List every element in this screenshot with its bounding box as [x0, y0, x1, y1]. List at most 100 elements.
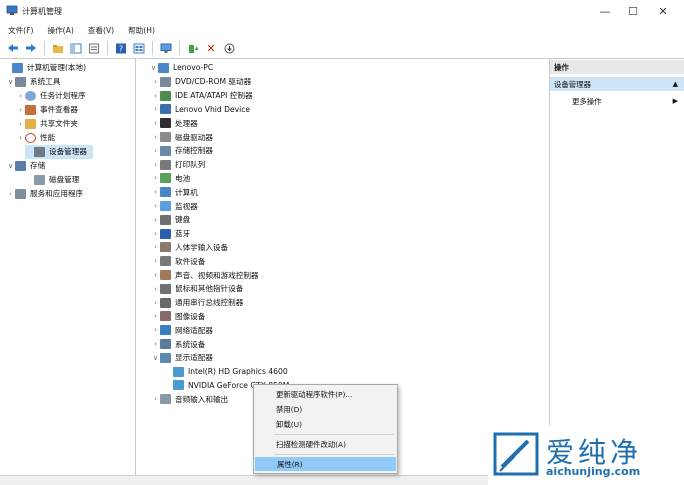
device-category-item[interactable]: › 系统设备	[151, 337, 205, 351]
menu-file[interactable]: 文件(F)	[8, 25, 33, 36]
uninstall-x-icon[interactable]: ✕	[204, 41, 218, 55]
collapse-arrow-icon[interactable]: ∨	[6, 162, 15, 170]
expand-arrow-icon[interactable]: ›	[151, 285, 160, 293]
expand-arrow-icon[interactable]: ›	[16, 92, 25, 100]
keyboard-icon	[160, 214, 171, 225]
expand-arrow-icon[interactable]: ›	[151, 326, 160, 334]
device-category-item[interactable]: › 处理器	[151, 116, 198, 130]
tree-item-event-viewer[interactable]: › 事件查看器	[16, 103, 78, 117]
device-category-item[interactable]: › 磁盘驱动器	[151, 130, 213, 144]
update-driver-icon[interactable]	[186, 41, 200, 55]
device-category-audio-io[interactable]: › 音频输入和输出	[151, 392, 228, 406]
chevron-right-icon: ▶	[672, 97, 678, 105]
expand-arrow-icon[interactable]: ›	[151, 105, 160, 113]
device-category-item[interactable]: › 声音、视频和游戏控制器	[151, 268, 259, 282]
expand-arrow-icon[interactable]: ›	[151, 243, 160, 251]
device-category-item[interactable]: › 蓝牙	[151, 227, 190, 241]
device-category-item[interactable]: › 人体学输入设备	[151, 241, 228, 255]
up-folder-icon[interactable]	[51, 41, 65, 55]
tree-item-performance[interactable]: › 性能	[16, 131, 55, 145]
collapse-arrow-icon[interactable]: ∨	[6, 78, 15, 86]
device-category-item[interactable]: › IDE ATA/ATAPI 控制器	[151, 89, 253, 103]
context-uninstall[interactable]: 卸载(U)	[254, 417, 397, 431]
context-scan-hardware[interactable]: 扫描检测硬件改动(A)	[254, 437, 397, 451]
tree-item-shared-folders[interactable]: › 共享文件夹	[16, 117, 78, 131]
menu-help[interactable]: 帮助(H)	[128, 25, 155, 36]
expand-arrow-icon[interactable]: ›	[6, 190, 15, 198]
tree-item-storage[interactable]: ∨ 存储	[6, 159, 45, 173]
maximize-button[interactable]: ☐	[618, 2, 648, 20]
properties-icon[interactable]	[87, 41, 101, 55]
tree-item-task-scheduler[interactable]: › 任务计划程序	[16, 89, 86, 103]
display-adapter-item[interactable]: Intel(R) HD Graphics 4600	[173, 365, 288, 379]
expand-arrow-icon[interactable]: ›	[151, 312, 160, 320]
tree-item-services-apps[interactable]: › 服务和应用程序	[6, 187, 83, 201]
actions-device-manager[interactable]: 设备管理器 ▲	[550, 77, 684, 91]
collapse-arrow-icon[interactable]: ∨	[151, 354, 160, 362]
device-category-item[interactable]: › 键盘	[151, 213, 190, 227]
expand-arrow-icon[interactable]: ›	[151, 119, 160, 127]
expand-arrow-icon[interactable]: ›	[151, 92, 160, 100]
close-button[interactable]: ✕	[648, 2, 678, 20]
help-icon[interactable]: ?	[114, 41, 128, 55]
menu-action[interactable]: 操作(A)	[47, 25, 73, 36]
expand-arrow-icon[interactable]: ›	[151, 147, 160, 155]
device-category-item[interactable]: › 电池	[151, 172, 190, 186]
expand-arrow-icon[interactable]: ›	[151, 174, 160, 182]
minimize-button[interactable]: —	[590, 2, 620, 20]
expand-arrow-icon[interactable]: ›	[151, 340, 160, 348]
device-category-item[interactable]: › 软件设备	[151, 254, 205, 268]
device-category-label: 声音、视频和游戏控制器	[175, 270, 259, 280]
device-category-item[interactable]: › 通用串行总线控制器	[151, 296, 243, 310]
forward-arrow-icon[interactable]	[24, 41, 38, 55]
usb-icon	[160, 297, 171, 308]
monitor-icon[interactable]	[159, 41, 173, 55]
context-disable[interactable]: 禁用(D)	[254, 402, 397, 416]
context-properties[interactable]: 属性(R)	[255, 457, 396, 471]
device-category-label: 监视器	[175, 201, 198, 211]
device-category-item[interactable]: › 计算机	[151, 185, 198, 199]
tree-item-system-tools[interactable]: ∨ 系统工具	[6, 75, 60, 89]
expand-arrow-icon[interactable]: ›	[151, 230, 160, 238]
window-title: 计算机管理	[22, 7, 62, 16]
device-category-item[interactable]: › 打印队列	[151, 158, 205, 172]
expand-arrow-icon[interactable]: ›	[151, 78, 160, 86]
expand-arrow-icon[interactable]: ›	[151, 202, 160, 210]
tree-item-device-manager[interactable]: 设备管理器	[25, 145, 93, 159]
expand-arrow-icon[interactable]: ›	[151, 188, 160, 196]
menu-view[interactable]: 查看(V)	[88, 25, 114, 36]
expand-arrow-icon[interactable]: ›	[151, 216, 160, 224]
share-folder-icon	[25, 118, 36, 129]
device-category-item[interactable]: › 网络适配器	[151, 323, 213, 337]
device-category-item[interactable]: › 存储控制器	[151, 144, 213, 158]
expand-arrow-icon[interactable]: ›	[151, 271, 160, 279]
tree-item-label: 磁盘管理	[49, 175, 80, 185]
device-root-lenovo-pc[interactable]: ∨ Lenovo-PC	[149, 61, 213, 75]
tree-item-disk-management[interactable]: 磁盘管理	[25, 173, 79, 187]
expand-arrow-icon[interactable]: ›	[151, 161, 160, 169]
device-category-item[interactable]: › DVD/CD-ROM 驱动器	[151, 75, 251, 89]
expand-arrow-icon[interactable]: ›	[151, 395, 160, 403]
back-arrow-icon[interactable]	[6, 41, 20, 55]
tree-item-computer-management[interactable]: 计算机管理(本地)	[3, 61, 86, 75]
disable-icon[interactable]	[222, 41, 236, 55]
more-actions[interactable]: 更多操作 ▶	[550, 94, 684, 108]
collapse-arrow-icon[interactable]: ∨	[149, 64, 158, 72]
device-category-item[interactable]: › 图像设备	[151, 310, 205, 324]
collapse-up-icon[interactable]: ▲	[673, 80, 678, 88]
expand-arrow-icon[interactable]: ›	[16, 120, 25, 128]
view-icon[interactable]	[132, 41, 146, 55]
device-category-item[interactable]: ∨ 显示适配器	[151, 351, 213, 365]
device-category-item[interactable]: › 监视器	[151, 199, 198, 213]
expand-arrow-icon[interactable]: ›	[151, 257, 160, 265]
show-tree-icon[interactable]	[69, 41, 83, 55]
expand-arrow-icon[interactable]: ›	[151, 299, 160, 307]
context-update-driver[interactable]: 更新驱动程序软件(P)...	[254, 387, 397, 401]
expand-arrow-icon[interactable]: ›	[16, 106, 25, 114]
device-category-item[interactable]: › 鼠标和其他指针设备	[151, 282, 243, 296]
display-adapter-label: Intel(R) HD Graphics 4600	[188, 367, 288, 377]
device-category-label: 人体学输入设备	[175, 242, 229, 252]
device-category-item[interactable]: › Lenovo Vhid Device	[151, 103, 250, 117]
expand-arrow-icon[interactable]: ›	[16, 134, 25, 142]
expand-arrow-icon[interactable]: ›	[151, 133, 160, 141]
